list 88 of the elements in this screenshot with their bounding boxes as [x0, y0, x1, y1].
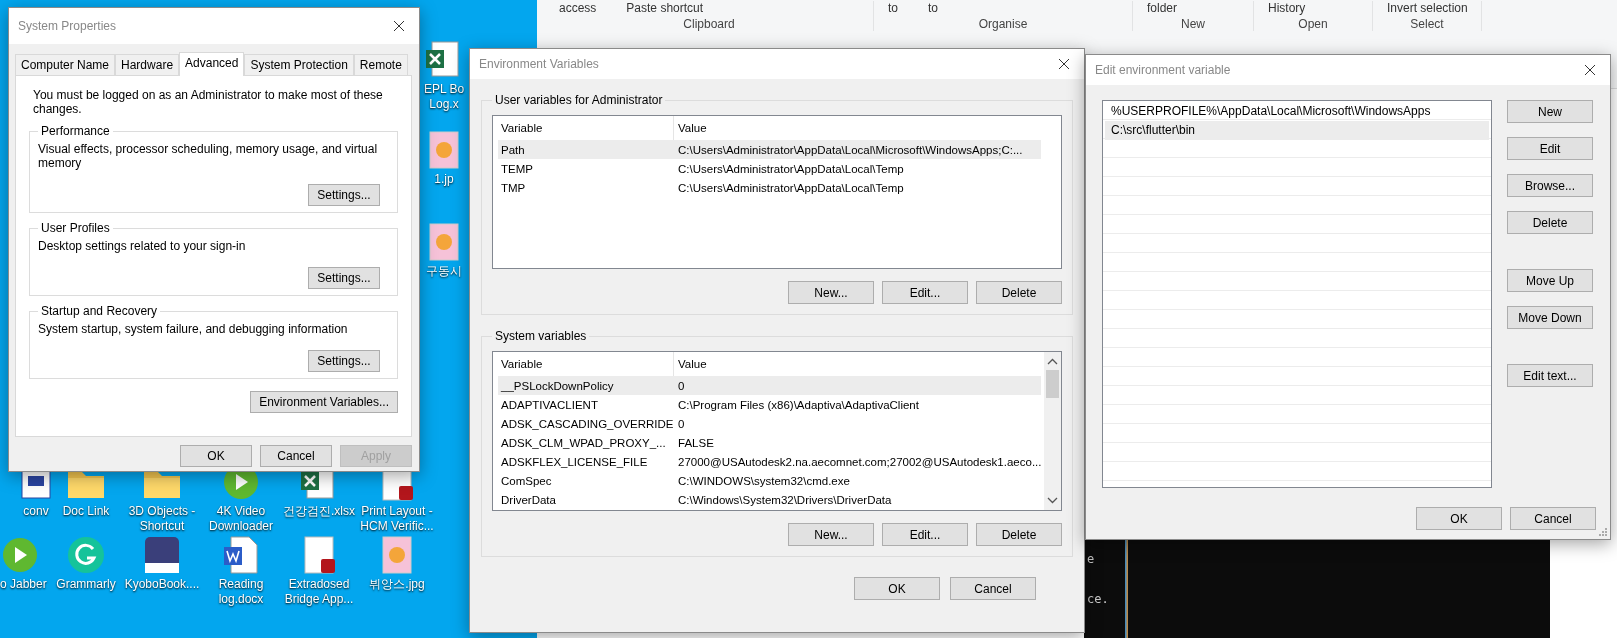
- table-row[interactable]: __PSLockDownPolicy 0: [498, 376, 1041, 395]
- settings-button[interactable]: Settings...: [308, 350, 380, 372]
- table-row[interactable]: Path C:\Users\Administrator\AppData\Local\Microsoft\WindowsApps;C:...: [498, 140, 1041, 159]
- ribbon-group-label: Open: [1297, 17, 1329, 31]
- group-title: User variables for Administrator: [494, 93, 664, 107]
- list-item[interactable]: C:\src\flutter\bin: [1105, 121, 1489, 140]
- table-cell-text: C:\Windows\System32\Drivers\DriverData: [677, 493, 892, 506]
- dialog-button[interactable]: Edit: [1507, 137, 1593, 160]
- group-title: Startup and Recovery: [40, 304, 159, 318]
- ribbon-button[interactable]: History: [1268, 1, 1306, 15]
- table-row[interactable]: ADAPTIVACLIENT C:\Program Files (x86)\Adaptiva\AdaptivaClient: [498, 395, 1041, 414]
- dialog-button[interactable]: Delete: [976, 523, 1062, 546]
- table-cell-text: DriverData: [500, 493, 557, 506]
- table-cell-text: TEMP: [500, 162, 534, 175]
- table-cell-text: 0: [677, 417, 685, 430]
- ribbon-button[interactable]: Paste shortcut: [626, 1, 704, 15]
- dialog-button[interactable]: OK: [180, 445, 252, 467]
- table-cell-text: Path: [500, 143, 526, 156]
- tab[interactable]: System Protection: [244, 54, 354, 75]
- ribbon-button[interactable]: Invert selection: [1387, 1, 1468, 15]
- ribbon-group-label: Select: [1409, 17, 1445, 31]
- dialog-button[interactable]: Edit...: [882, 281, 968, 304]
- table-row[interactable]: ADSKFLEX_LICENSE_FILE 27000@USAutodesk2.na.aecomnet.com;27002@USAutodesk1.aeco...: [498, 452, 1041, 471]
- list-item[interactable]: %USERPROFILE%\AppData\Local\Microsoft\WindowsApps: [1105, 102, 1489, 121]
- column-header[interactable]: Value: [674, 352, 707, 376]
- table-cell-text: C:\Users\Administrator\AppData\Local\Temp: [677, 162, 904, 175]
- dialog-button[interactable]: Cancel: [1510, 507, 1596, 530]
- table-row[interactable]: ComSpec C:\WINDOWS\system32\cmd.exe: [498, 471, 1041, 490]
- dialog-button[interactable]: New: [1507, 100, 1593, 123]
- ribbon-group-label: New: [1180, 17, 1206, 31]
- dialog-button[interactable]: Browse...: [1507, 174, 1593, 197]
- dialog-button[interactable]: New...: [788, 523, 874, 546]
- table-cell-text: C:\Users\Administrator\AppData\Local\Temp: [677, 181, 904, 194]
- table-cell-text: 0: [677, 379, 685, 392]
- table-cell-text: ComSpec: [500, 474, 553, 487]
- table-cell-text: C:\Program Files (x86)\Adaptiva\AdaptivaClient: [677, 398, 919, 411]
- settings-button[interactable]: Settings...: [308, 184, 380, 206]
- window-title: Edit environment variable: [1095, 63, 1231, 77]
- group-description: Visual effects, processor scheduling, memory usage, and virtual memory: [38, 142, 379, 170]
- group-description: Desktop settings related to your sign-in: [38, 239, 247, 253]
- ribbon-button[interactable]: to: [928, 1, 939, 15]
- table-cell-text: C:\WINDOWS\system32\cmd.exe: [677, 474, 850, 487]
- tab[interactable]: Computer Name: [15, 54, 116, 75]
- table-cell-text: 27000@USAutodesk2.na.aecomnet.com;27002@USAutodesk1.aeco...: [677, 455, 1042, 468]
- dialog-button[interactable]: Move Down: [1507, 306, 1593, 329]
- terminal-text: e: [1087, 552, 1095, 566]
- table-cell-text: ADSKFLEX_LICENSE_FILE: [500, 455, 649, 468]
- dialog-button[interactable]: Cancel: [260, 445, 332, 467]
- window-title: System Properties: [18, 19, 117, 33]
- ribbon-group-label: Clipboard: [682, 17, 736, 31]
- group-title: System variables: [494, 329, 588, 343]
- dialog-button[interactable]: Move Up: [1507, 269, 1593, 292]
- table-cell-text: C:\Users\Administrator\AppData\Local\Microsoft\WindowsApps;C:...: [677, 143, 1023, 156]
- dialog-button[interactable]: Edit text...: [1507, 364, 1593, 387]
- table-row[interactable]: TMP C:\Users\Administrator\AppData\Local\Temp: [498, 178, 1041, 197]
- dialog-button[interactable]: OK: [1416, 507, 1502, 530]
- terminal-text: ce.: [1087, 592, 1109, 606]
- dialog-button[interactable]: Edit...: [882, 523, 968, 546]
- ribbon-button[interactable]: access: [559, 1, 597, 15]
- settings-button[interactable]: Settings...: [308, 267, 380, 289]
- table-row[interactable]: ADSK_CLM_WPAD_PROXY_... FALSE: [498, 433, 1041, 452]
- dialog-button[interactable]: New...: [788, 281, 874, 304]
- tab[interactable]: Remote: [353, 54, 408, 75]
- notice-text: You must be logged on as an Administrator to make most of these changes.: [33, 88, 384, 116]
- dialog-button[interactable]: Delete: [1507, 211, 1593, 234]
- group-description: System startup, system failure, and debugging information: [38, 322, 349, 336]
- table-row[interactable]: TEMP C:\Users\Administrator\AppData\Local\Temp: [498, 159, 1041, 178]
- ribbon-button[interactable]: to: [888, 1, 898, 15]
- tab[interactable]: Advanced: [179, 52, 245, 76]
- table-row[interactable]: ADSK_CASCADING_OVERRIDE 0: [498, 414, 1041, 433]
- table-cell-text: ADSK_CLM_WPAD_PROXY_...: [500, 436, 667, 449]
- table-cell-text: FALSE: [677, 436, 714, 449]
- dialog-button[interactable]: Cancel: [950, 577, 1036, 600]
- environment-variables-button[interactable]: Environment Variables...: [250, 391, 398, 413]
- group-title: User Profiles: [40, 221, 111, 235]
- dialog-button[interactable]: OK: [854, 577, 940, 600]
- table-cell-text: __PSLockDownPolicy: [500, 379, 615, 392]
- column-header[interactable]: Value: [674, 116, 707, 140]
- dialog-button[interactable]: Delete: [976, 281, 1062, 304]
- tab[interactable]: Hardware: [115, 54, 180, 75]
- table-cell-text: TMP: [500, 181, 527, 194]
- table-cell-text: ADSK_CASCADING_OVERRIDE: [500, 417, 673, 430]
- ribbon-button[interactable]: folder: [1147, 1, 1178, 15]
- ribbon-group-label: Organise: [977, 17, 1029, 31]
- group-title: Performance: [40, 124, 111, 138]
- table-row[interactable]: DriverData C:\Windows\System32\Drivers\DriverData: [498, 490, 1041, 509]
- table-cell-text: ADAPTIVACLIENT: [500, 398, 599, 411]
- window-title: Environment Variables: [479, 57, 599, 71]
